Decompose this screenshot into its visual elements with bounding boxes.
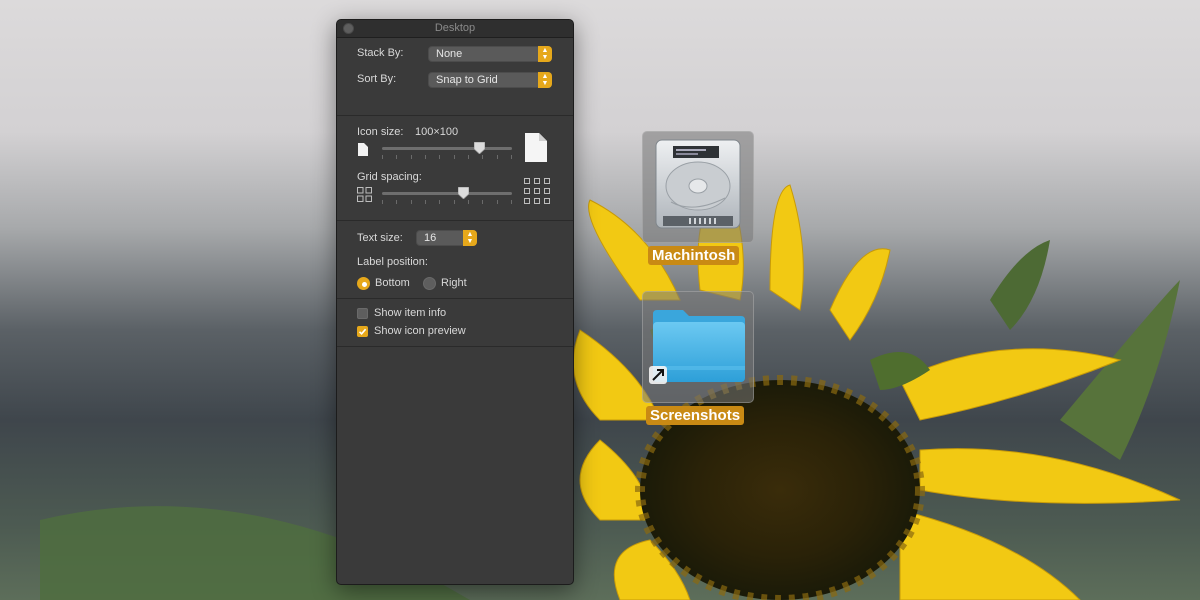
stack-by-label: Stack By: [357,47,404,59]
icon-size-label: Icon size: [357,126,404,138]
show-item-info-checkbox[interactable] [357,308,368,319]
slider-tick [482,155,483,159]
grid-spacing-slider-thumb[interactable] [458,187,470,199]
icon-size-slider-thumb[interactable] [474,142,485,154]
small-grid-icon [357,187,372,202]
show-icon-preview-checkbox[interactable] [357,326,368,337]
slider-tick [454,200,455,204]
slider-tick [425,155,426,159]
popup-arrows-icon: ▲ ▼ [463,230,477,246]
slider-tick [411,200,412,204]
show-icon-preview-label: Show icon preview [374,325,466,337]
slider-tick [425,200,426,204]
sort-by-label: Sort By: [357,73,397,85]
slider-tick [382,200,383,204]
slider-tick [497,200,498,204]
popup-arrows-icon: ▲ ▼ [538,72,552,88]
slider-tick [468,200,469,204]
stack-by-value: None [436,48,463,60]
label-position-bottom-radio[interactable] [357,277,370,290]
arrangement-section: Stack By: None ▲ ▼ Sort By: Snap to Grid … [337,38,573,116]
slider-tick [439,200,440,204]
large-document-icon [525,133,547,162]
panel-titlebar: Desktop [337,20,573,38]
close-button[interactable] [343,23,354,34]
slider-tick [396,155,397,159]
slider-tick [454,155,455,159]
checkmark-icon [358,328,367,335]
slider-tick [511,200,512,204]
text-size-value: 16 [424,232,437,244]
folder-alias-icon [649,310,745,384]
grid-spacing-label: Grid spacing: [357,171,422,183]
text-size-label: Text size: [357,232,403,244]
label-position-bottom-label: Bottom [375,277,410,289]
slider-tick [482,200,483,204]
stack-by-popup[interactable]: None ▲ ▼ [428,46,552,62]
desktop-icon-machintosh[interactable] [642,131,754,243]
label-position-label: Label position: [357,256,428,268]
slider-tick [382,155,383,159]
label-position-right-radio[interactable] [423,277,436,290]
slider-tick [439,155,440,159]
panel-title: Desktop [434,22,476,34]
sizing-section: Icon size: 100×100 Grid spacing: [337,116,573,221]
desktop-view-options-panel: Desktop Stack By: None ▲ ▼ Sort By: Snap … [336,19,574,585]
large-grid-icon [524,178,550,204]
show-item-info-label: Show item info [374,307,447,319]
radio-dot [362,282,367,287]
label-position-right-label: Right [441,277,467,289]
text-section: Text size: 16 ▲ ▼ Label position: Bottom … [337,221,573,299]
desktop-wallpaper [40,184,1181,600]
icon-size-slider-track[interactable] [382,147,512,150]
slider-tick [411,155,412,159]
desktop-icon-screenshots[interactable] [642,291,754,403]
desktop-icon-screenshots-label[interactable]: Screenshots [646,406,745,425]
slider-tick [396,200,397,204]
slider-tick [468,155,469,159]
options-section: Show item info Show icon preview [337,299,573,347]
text-size-popup[interactable]: 16 ▲ ▼ [416,230,477,246]
icon-size-value: 100×100 [415,126,459,138]
hard-drive-icon [655,139,741,229]
small-document-icon [358,143,368,156]
slider-tick [511,155,512,159]
desktop-icon-machintosh-label[interactable]: Machintosh [648,246,740,265]
sort-by-value: Snap to Grid [436,74,498,86]
popup-arrows-icon: ▲ ▼ [538,46,552,62]
grid-spacing-slider-track[interactable] [382,192,512,195]
slider-tick [497,155,498,159]
sort-by-popup[interactable]: Snap to Grid ▲ ▼ [428,72,552,88]
